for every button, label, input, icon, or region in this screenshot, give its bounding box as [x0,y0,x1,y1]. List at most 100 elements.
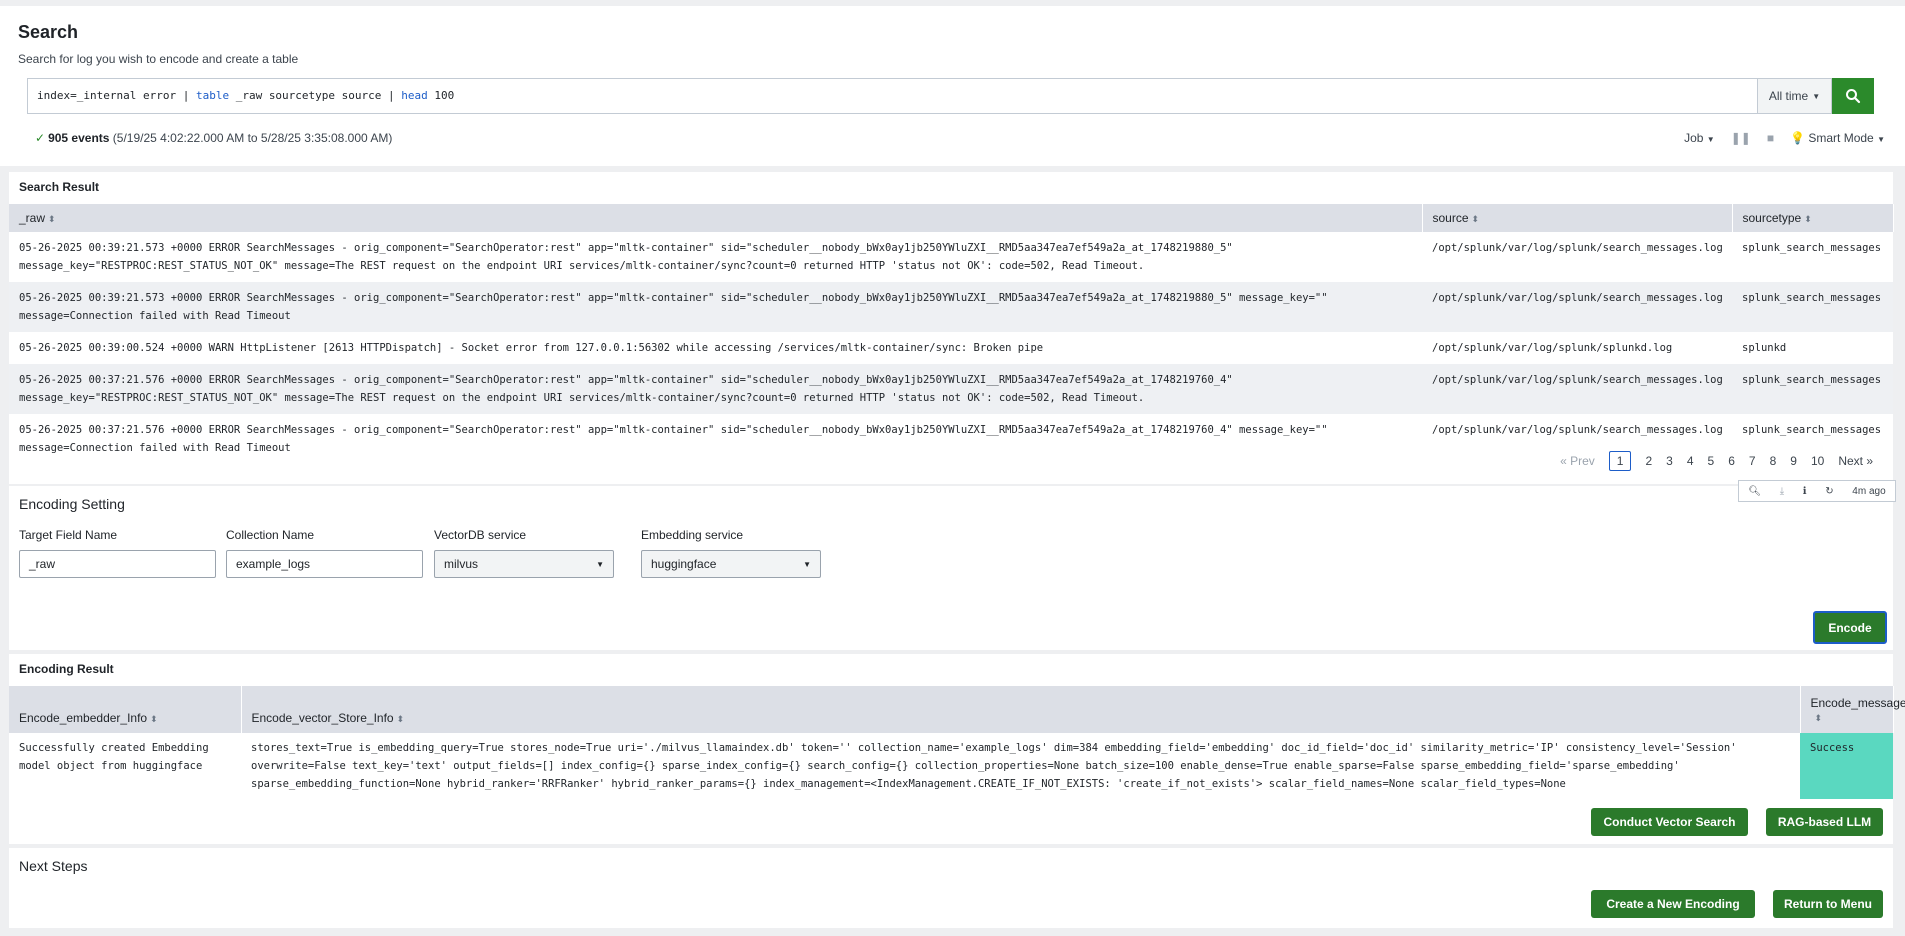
column-header-vector-store[interactable]: Encode_vector_Store_Info ⬍ [241,686,1801,733]
bulb-icon: 💡 [1790,131,1806,145]
job-menu[interactable]: Job ▼ [1684,131,1715,145]
chevron-down-icon: ▼ [803,559,811,569]
column-label: Encode_embedder_Info [19,711,148,725]
target-field-input[interactable]: _raw [19,550,216,578]
sourcetype-cell-text: splunkd [1742,342,1787,354]
search-icon [1846,89,1861,104]
column-header-raw[interactable]: _raw ⬍ [9,204,1423,232]
collection-name-label: Collection Name [226,528,315,542]
embedding-field-group: Embedding service huggingface ▼ [641,528,821,578]
source-cell-text: /opt/splunk/var/log/splunk/splunkd.log [1432,342,1673,354]
page-link-4[interactable]: 4 [1687,454,1694,468]
sourcetype-cell-text: splunk_search_messages [1742,292,1882,304]
search-icon[interactable]: 🔍︎ [1748,486,1761,497]
sourcetype-cell-text: splunk_search_messages [1742,424,1882,436]
sort-icon: ⬍ [48,214,56,224]
source-cell: /opt/splunk/var/log/splunk/search_messag… [1422,282,1732,332]
status-badge: Success [1810,742,1855,754]
column-header-message[interactable]: Encode_message ⬍ [1800,686,1905,733]
vector-search-button[interactable]: Conduct Vector Search [1591,808,1748,836]
query-keyword-head: head [401,89,428,102]
table-row: Successfully created Embedding model obj… [9,733,1893,799]
page-link-3[interactable]: 3 [1666,454,1673,468]
prev-page-link[interactable]: « Prev [1560,454,1595,468]
source-cell-text: /opt/splunk/var/log/splunk/search_messag… [1432,374,1723,386]
raw-cell: 05-26-2025 00:39:00.524 +0000 WARN HttpL… [9,332,1422,364]
download-icon[interactable]: ⤓ [1780,486,1784,497]
source-cell: /opt/splunk/var/log/splunk/splunkd.log [1422,332,1732,364]
page-link-7[interactable]: 7 [1749,454,1756,468]
embedding-select[interactable]: huggingface ▼ [641,550,821,578]
message-cell: Success [1800,733,1893,799]
search-result-panel: Search Result _raw ⬍ source ⬍ sourcetype ⬍ … [9,172,1894,484]
sort-icon: ⬍ [396,714,405,724]
search-input[interactable]: index=_internal error | table _raw sourc… [27,78,1757,114]
target-field-label: Target Field Name [19,528,118,542]
event-count: 905 events [48,131,110,145]
page-subtitle: Search for log you wish to encode and cr… [18,52,299,66]
page-link-9[interactable]: 9 [1790,454,1797,468]
raw-cell-text: 05-26-2025 00:39:00.524 +0000 WARN HttpL… [19,342,1044,354]
next-steps-panel: Next Steps Create a New Encoding Return … [9,848,1893,928]
query-text-3: 100 [427,89,455,102]
collection-name-input[interactable]: example_logs [226,550,423,578]
page-link-8[interactable]: 8 [1770,454,1777,468]
encoding-result-table: Encode_embedder_Info ⬍ Encode_vector_Stor… [9,686,1905,799]
column-label: Encode_vector_Store_Info [251,711,394,725]
search-button[interactable] [1832,78,1874,114]
encoding-result-panel: Encoding Result Encode_embedder_Info ⬍ En… [9,654,1905,844]
source-cell-text: /opt/splunk/var/log/splunk/search_messag… [1432,424,1723,436]
result-toolbar: 🔍︎ ⤓ ℹ ↻ 4m ago [1738,480,1896,502]
raw-cell-text: 05-26-2025 00:39:21.573 +0000 ERROR Sear… [19,242,1233,272]
vectordb-select[interactable]: milvus ▼ [434,550,614,578]
page-link-6[interactable]: 6 [1728,454,1735,468]
table-row: 05-26-2025 00:39:21.573 +0000 ERROR Sear… [9,232,1893,282]
next-page-link[interactable]: Next » [1838,454,1873,468]
encoding-result-title: Encoding Result [19,662,114,676]
info-icon[interactable]: ℹ [1803,486,1807,497]
search-status: ✓ 905 events (5/19/25 4:02:22.000 AM to 5… [35,131,392,145]
column-header-sourcetype[interactable]: sourcetype ⬍ [1732,204,1894,232]
target-field-group: Target Field Name _raw [19,528,216,578]
source-cell-text: /opt/splunk/var/log/splunk/search_messag… [1432,242,1723,254]
column-header-embedder[interactable]: Encode_embedder_Info ⬍ [9,686,242,733]
pause-icon[interactable]: ❚❚ [1731,131,1751,145]
sort-icon: ⬍ [1471,214,1480,224]
check-icon: ✓ [35,131,46,145]
column-label: Encode_message [1810,695,1905,710]
table-row: 05-26-2025 00:39:21.573 +0000 ERROR Sear… [9,282,1893,332]
raw-cell-text: 05-26-2025 00:37:21.576 +0000 ERROR Sear… [19,424,1328,454]
job-label: Job [1684,131,1704,145]
sort-icon: ⬍ [1814,712,1823,723]
column-header-source[interactable]: source ⬍ [1422,204,1733,232]
sort-icon: ⬍ [150,714,158,724]
query-text-1: index=_internal error | [37,89,196,102]
chevron-down-icon: ▼ [1812,91,1821,101]
vectordb-label: VectorDB service [434,528,527,542]
new-encoding-button[interactable]: Create a New Encoding [1591,890,1755,918]
encode-button[interactable]: Encode [1813,611,1887,644]
stop-icon[interactable]: ■ [1767,131,1774,145]
embedder-info-cell: Successfully created Embedding model obj… [9,733,241,799]
vector-store-info-cell: stores_text=True is_embedding_query=True… [241,733,1800,799]
rag-llm-button[interactable]: RAG-based LLM [1766,808,1883,836]
refresh-icon[interactable]: ↻ [1825,486,1833,497]
time-range-picker[interactable]: All time ▼ [1757,78,1832,114]
raw-cell-text: 05-26-2025 00:39:21.573 +0000 ERROR Sear… [19,292,1328,322]
source-cell: /opt/splunk/var/log/splunk/search_messag… [1422,232,1732,282]
column-label: source [1432,211,1469,225]
page-link-2[interactable]: 2 [1645,454,1652,468]
last-refresh-time: 4m ago [1852,485,1886,497]
mode-menu[interactable]: 💡 Smart Mode ▼ [1790,131,1885,145]
sourcetype-cell-text: splunk_search_messages [1742,374,1882,386]
sourcetype-cell: splunk_search_messages [1732,364,1893,414]
page-list: 1 2 3 4 5 6 7 8 9 10 [1608,451,1824,471]
source-cell: /opt/splunk/var/log/splunk/search_messag… [1422,364,1732,414]
page-link-10[interactable]: 10 [1811,454,1824,468]
encoding-setting-title: Encoding Setting [19,496,125,512]
page-link-1[interactable]: 1 [1608,451,1632,471]
mode-label: Smart Mode [1808,131,1874,145]
vectordb-value: milvus [444,557,479,571]
return-to-menu-button[interactable]: Return to Menu [1773,890,1883,918]
page-link-5[interactable]: 5 [1708,454,1715,468]
